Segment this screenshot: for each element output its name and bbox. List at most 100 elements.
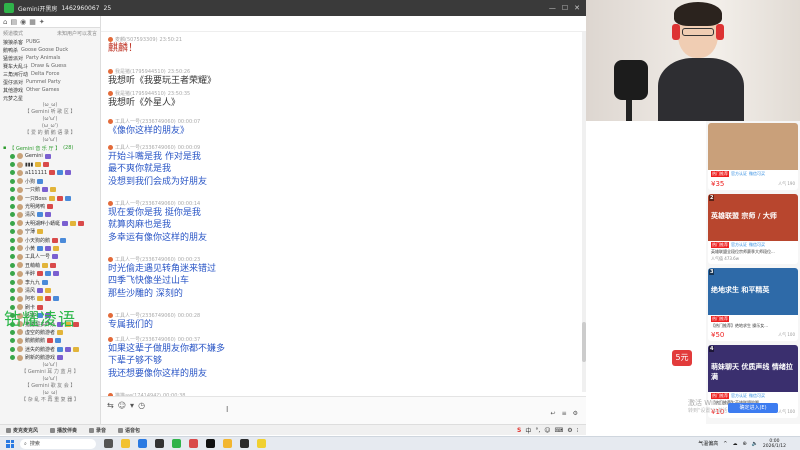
message-input-bar[interactable]: ⇆ ☺ ▾ ◷ I ↩ ≡ ⚙ [101, 396, 586, 424]
accompaniment-button[interactable]: 播放伴奏 [50, 427, 77, 434]
user-avatar-icon[interactable] [108, 257, 113, 262]
ime-settings-icon[interactable]: ⚙ [567, 427, 572, 434]
app-yellow-icon[interactable] [223, 439, 232, 448]
channel-item[interactable]: 元梦之星 [0, 94, 100, 102]
member-item[interactable]: 宁薄 [0, 228, 100, 236]
member-item[interactable]: 清风 [0, 286, 100, 294]
app-yy-icon[interactable] [257, 439, 266, 448]
cloud-icon[interactable]: ☁ [732, 441, 737, 447]
ime-lang[interactable]: 中 [525, 426, 531, 435]
channel-item[interactable]: 其他游戏 Other Games [0, 86, 100, 94]
ime-emoji-icon[interactable]: ☺ [544, 427, 550, 434]
channel-item[interactable]: 猛兽派对 Party Animals [0, 54, 100, 62]
start-button[interactable] [6, 439, 14, 448]
user-avatar-icon[interactable] [108, 337, 113, 342]
ime-keyboard-icon[interactable]: ⌨ [555, 427, 564, 434]
task-view-icon[interactable] [104, 439, 113, 448]
message-user[interactable]: 麦麟(507593309) [115, 36, 158, 43]
text-cursor[interactable]: I [226, 405, 228, 414]
message-user[interactable]: 我是猪(1795944510) [115, 90, 166, 97]
five-yuan-badge[interactable]: 5元 [672, 350, 692, 366]
member-item[interactable]: 工具人一号 [0, 253, 100, 261]
arrow-icon[interactable]: ⇆ [107, 401, 114, 410]
message-user[interactable]: 我是猪(1795944510) [115, 68, 166, 75]
app-icon[interactable] [155, 439, 164, 448]
record-button[interactable]: 录音 [89, 427, 106, 434]
channel-item[interactable]: 蛋仔派对 Pummel Party [0, 78, 100, 86]
maximize-button[interactable]: ☐ [562, 4, 568, 12]
separator[interactable]: 【 爱 的 鹅 鹅 语 录 】 [0, 130, 100, 137]
volume-icon[interactable]: 🔈 [752, 441, 758, 447]
member-item[interactable]: 李九九 [0, 278, 100, 286]
channel-expand-icon[interactable]: ▪ [3, 145, 6, 151]
member-item[interactable]: 光明烤鸭 [0, 202, 100, 210]
user-avatar-icon[interactable] [108, 119, 113, 124]
obs-icon[interactable] [240, 439, 249, 448]
member-item[interactable]: 鹅鹅鹅鹅 [0, 337, 100, 345]
channel-item[interactable]: 赛车大乱斗 Draw & Guess [0, 62, 100, 70]
app-red-icon[interactable] [189, 439, 198, 448]
user-avatar-icon[interactable] [108, 201, 113, 206]
settings-icon[interactable]: ⚙ [573, 410, 578, 417]
member-item[interactable]: 清风 [0, 211, 100, 219]
user-avatar-icon[interactable] [108, 145, 113, 150]
shop-item-image[interactable] [708, 123, 798, 170]
member-item[interactable]: 一只鹅 [0, 186, 100, 194]
user-avatar-icon[interactable] [108, 313, 113, 318]
pin-icon[interactable]: ✦ [39, 18, 45, 26]
minimize-button[interactable]: — [549, 4, 556, 12]
edge-icon[interactable] [138, 439, 147, 448]
close-button[interactable]: ✕ [574, 4, 580, 12]
tab-channel-mode[interactable]: 频道模式 [3, 30, 23, 37]
message-user[interactable]: 工具人一号(2336749060) [115, 144, 176, 151]
channel-item[interactable]: 鹅鸭杀 Goose Goose Duck [0, 46, 100, 54]
shop-item[interactable]: 3 绝地求生 和平精英 热门推荐 【热门推荐】绝地求生 操乐女... ¥50 人气 100 [708, 268, 798, 341]
emoji-icon[interactable]: ☺ [118, 401, 126, 410]
wechat-icon[interactable] [172, 439, 181, 448]
tray-expand-icon[interactable]: ^ [723, 441, 727, 447]
member-item[interactable]: 半醉 [0, 269, 100, 277]
shop-item-image[interactable]: 4 萌妹聊天 优质声线 情绪拉满 [708, 345, 798, 392]
user-avatar-icon[interactable] [108, 37, 113, 42]
message-user[interactable]: 工具人一号(2336749060) [115, 118, 176, 125]
member-item[interactable]: 迷失的鹅游者 [0, 345, 100, 353]
member-item[interactable]: 小黄 [0, 244, 100, 252]
member-item[interactable]: 一只Boss [0, 194, 100, 202]
member-item[interactable]: a111111 [0, 169, 100, 177]
ime-punct[interactable]: °, [535, 427, 540, 434]
doc-icon[interactable]: ▤ [10, 18, 17, 26]
voice-pack-button[interactable]: 语音包 [118, 427, 140, 434]
network-icon[interactable]: ⊕ [742, 441, 746, 447]
ime-more-icon[interactable]: ⁝ [577, 427, 579, 434]
location-icon[interactable]: ◉ [20, 18, 26, 26]
message-user[interactable]: 工具人一号(2336749060) [115, 336, 176, 343]
app-dark-icon[interactable] [206, 439, 215, 448]
user-avatar-icon[interactable] [108, 69, 113, 74]
shop-item[interactable]: 2 英雄联盟 宗师 / 大师 热门推荐 官方认证 微信可买 英雄联盟全段位宗师赛季大师段位… [708, 194, 798, 264]
grid-icon[interactable]: ▦ [29, 18, 36, 26]
separator[interactable]: 【 Gemini 听 歌 区 】 [0, 109, 100, 116]
member-item[interactable]: 阿布 [0, 295, 100, 303]
message-user[interactable]: 工具人一号(2336749060) [115, 256, 176, 263]
member-item[interactable]: Gemini [0, 152, 100, 160]
shop-item[interactable]: 热门推荐 官方认证 微信可买 ¥35 人气 190 [708, 123, 798, 190]
shop-item-image[interactable]: 3 绝地求生 和平精英 [708, 268, 798, 315]
taskbar-search[interactable]: ⌕ 搜索 [20, 438, 96, 449]
ime-logo-icon[interactable]: S [517, 427, 521, 434]
menu-icon[interactable]: ≡ [562, 410, 567, 417]
tab-unknown-users[interactable]: 未知用户可以发言 [57, 30, 97, 37]
history-icon[interactable]: ◷ [138, 401, 145, 410]
message-user[interactable]: 工具人一号(2336749060) [115, 200, 176, 207]
clock[interactable]: 0:00 2026/1/12 [763, 439, 786, 449]
member-item[interactable]: 大明湖畔小蜻蜓 [0, 219, 100, 227]
undo-icon[interactable]: ↩ [551, 410, 556, 417]
user-avatar-icon[interactable] [108, 91, 113, 96]
member-item[interactable]: 丑萌萌 [0, 261, 100, 269]
file-explorer-icon[interactable] [121, 439, 130, 448]
dropdown-icon[interactable]: ▾ [130, 401, 134, 410]
shop-item-image[interactable]: 2 英雄联盟 宗师 / 大师 [708, 194, 798, 241]
enter-button[interactable]: 确定进入(E) [728, 403, 778, 413]
channel-item[interactable]: 狼狼杀客 PUBG [0, 38, 100, 46]
weather-widget[interactable]: 气温偏高 [698, 440, 718, 447]
member-item[interactable]: 小狗 [0, 177, 100, 185]
